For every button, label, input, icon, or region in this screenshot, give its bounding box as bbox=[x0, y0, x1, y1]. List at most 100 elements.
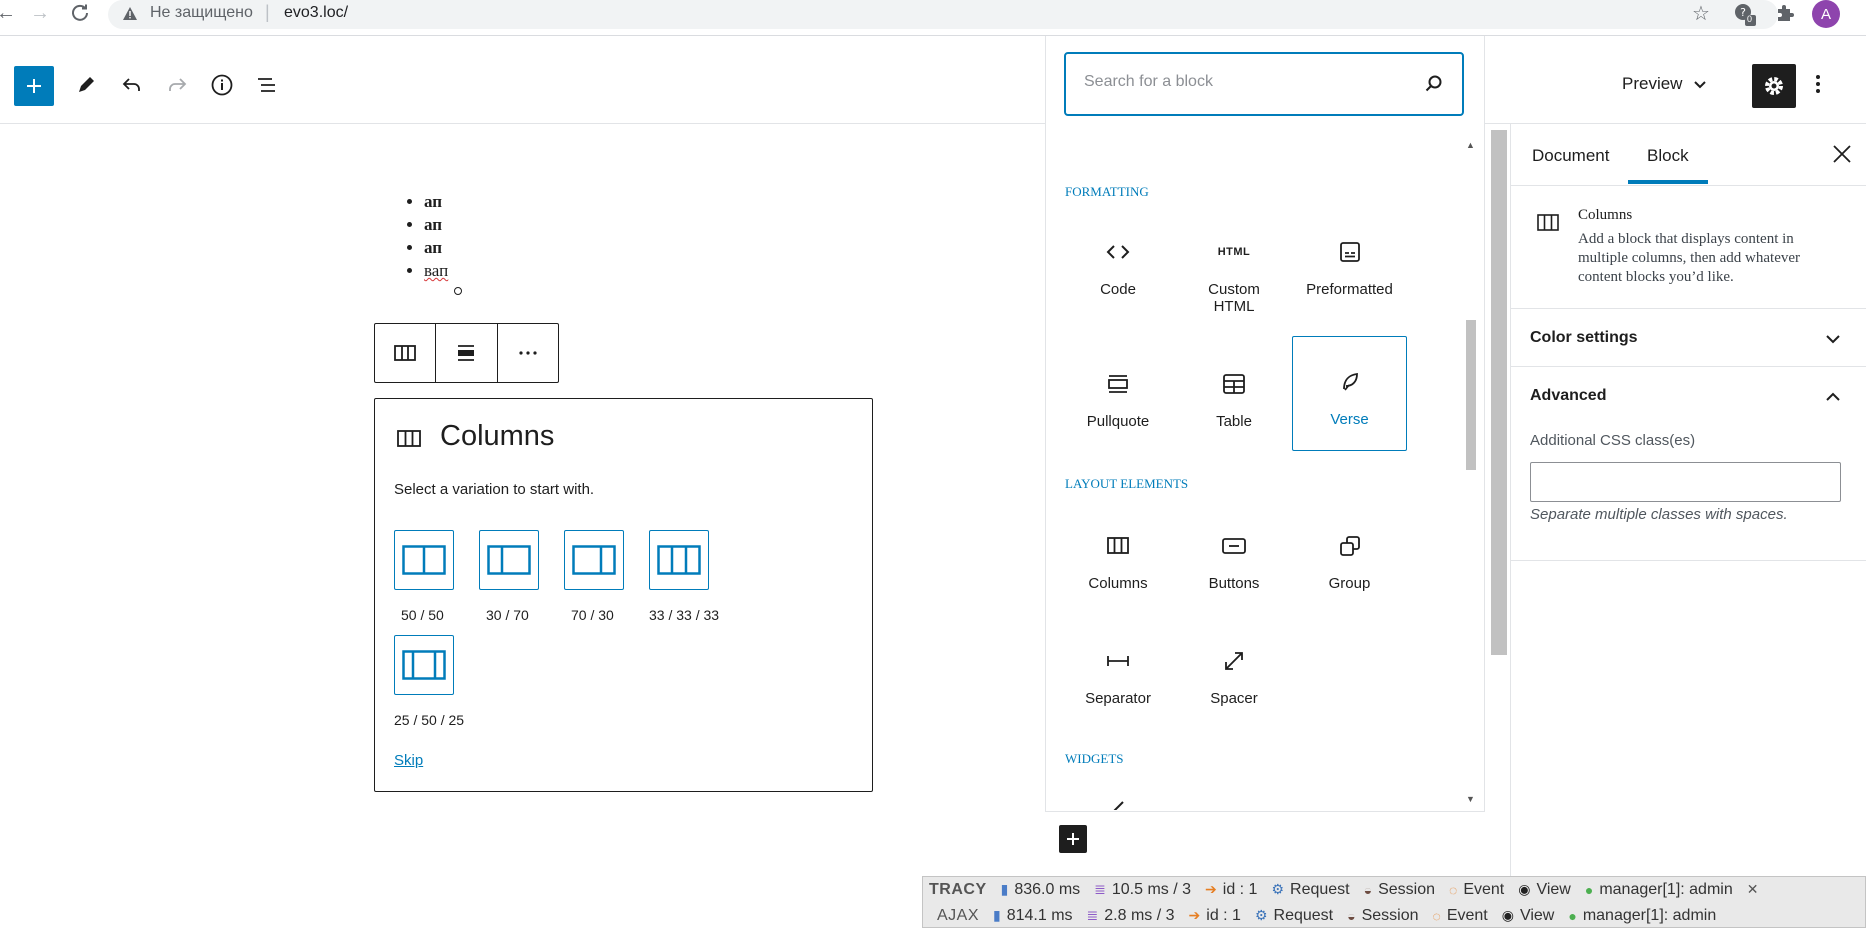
block-toolbar bbox=[374, 323, 559, 383]
table-icon bbox=[1222, 369, 1246, 399]
tracy-event[interactable]: Event bbox=[1447, 907, 1488, 925]
panel-advanced[interactable]: Advanced bbox=[1510, 366, 1866, 425]
variation-33-33-33-button[interactable] bbox=[649, 530, 709, 590]
address-bar[interactable]: Не защищено | evo3.loc/ ☆ bbox=[108, 0, 1778, 29]
block-item-label: Group bbox=[1328, 575, 1371, 592]
list-item[interactable]: ап bbox=[424, 190, 448, 213]
pullquote-icon bbox=[1106, 369, 1130, 399]
scroll-down-arrow-icon[interactable]: ▼ bbox=[1466, 794, 1475, 804]
preview-button[interactable]: Preview bbox=[1622, 64, 1708, 104]
block-item-label: Spacer bbox=[1210, 690, 1258, 707]
outline-button[interactable] bbox=[249, 67, 285, 103]
align-button[interactable] bbox=[436, 324, 498, 382]
block-item-columns[interactable]: Columns bbox=[1061, 516, 1175, 630]
block-search-box[interactable] bbox=[1064, 52, 1464, 116]
tracy-request[interactable]: Request bbox=[1274, 907, 1334, 925]
route-arrow-icon: ➔ bbox=[1188, 907, 1201, 923]
block-item-preformatted[interactable]: Preformatted bbox=[1292, 222, 1407, 336]
reload-icon[interactable] bbox=[70, 3, 90, 23]
tracy-session[interactable]: Session bbox=[1378, 881, 1435, 899]
placeholder-title: Columns bbox=[440, 420, 555, 452]
settings-button[interactable] bbox=[1752, 64, 1796, 108]
category-layout-elements: LAYOUT ELEMENTS bbox=[1065, 476, 1189, 491]
panel-color-settings[interactable]: Color settings bbox=[1510, 308, 1866, 367]
info-button[interactable] bbox=[204, 67, 240, 103]
more-options-button[interactable] bbox=[1808, 72, 1828, 96]
block-item-label: Preformatted bbox=[1306, 281, 1393, 298]
puzzle-icon[interactable] bbox=[1774, 2, 1796, 24]
inserter-scroll-thumb[interactable] bbox=[1466, 320, 1476, 470]
block-item-code[interactable]: Code bbox=[1061, 222, 1175, 336]
page-scroll-thumb[interactable] bbox=[1491, 130, 1507, 655]
css-class-input[interactable] bbox=[1530, 462, 1841, 502]
tracy-event[interactable]: Event bbox=[1463, 881, 1504, 899]
tracy-user[interactable]: manager[1]: admin bbox=[1583, 907, 1716, 925]
category-formatting: FORMATTING bbox=[1065, 184, 1149, 199]
block-item-custom-html[interactable]: HTML Custom HTML bbox=[1177, 222, 1291, 336]
block-item-label: Code bbox=[1100, 281, 1136, 298]
block-item-separator[interactable]: Separator bbox=[1061, 631, 1175, 745]
add-block-inline-button[interactable] bbox=[1059, 825, 1087, 853]
block-item-group[interactable]: Group bbox=[1292, 516, 1407, 630]
tracy-db[interactable]: 2.8 ms / 3 bbox=[1104, 907, 1174, 925]
variation-50-50-button[interactable] bbox=[394, 530, 454, 590]
tracy-session[interactable]: Session bbox=[1362, 907, 1419, 925]
tracy-user[interactable]: manager[1]: admin bbox=[1599, 881, 1732, 899]
back-icon[interactable]: ← bbox=[0, 2, 16, 25]
extension-badge: 0 bbox=[1747, 14, 1753, 24]
security-label: Не защищено bbox=[150, 4, 253, 21]
block-item-table[interactable]: Table bbox=[1177, 354, 1291, 468]
block-item-pullquote[interactable]: Pullquote bbox=[1061, 354, 1175, 468]
variation-70-30-button[interactable] bbox=[564, 530, 624, 590]
tracy-time[interactable]: 814.1 ms bbox=[1007, 907, 1073, 925]
columns-icon bbox=[1106, 531, 1130, 561]
block-item-buttons[interactable]: Buttons bbox=[1177, 516, 1291, 630]
tracy-time[interactable]: 836.0 ms bbox=[1014, 881, 1080, 899]
skip-link[interactable]: Skip bbox=[394, 752, 423, 769]
variation-30-70-button[interactable] bbox=[479, 530, 539, 590]
tab-document[interactable]: Document bbox=[1532, 146, 1609, 166]
list-item[interactable]: ап bbox=[424, 236, 448, 259]
category-widgets: WIDGETS bbox=[1065, 751, 1124, 766]
url-text: evo3.loc/ bbox=[284, 4, 349, 21]
tracy-id[interactable]: id : 1 bbox=[1223, 881, 1258, 899]
forward-icon[interactable]: → bbox=[30, 2, 50, 25]
more-vertical-icon bbox=[1816, 75, 1820, 93]
close-icon bbox=[1833, 145, 1851, 163]
close-sidebar-button[interactable] bbox=[1831, 143, 1853, 165]
columns-50-50-icon bbox=[402, 545, 446, 575]
undo-button[interactable] bbox=[114, 67, 150, 103]
add-block-button[interactable] bbox=[14, 66, 54, 106]
profile-avatar[interactable]: A bbox=[1812, 0, 1840, 28]
tracy-view[interactable]: View bbox=[1536, 881, 1570, 899]
edit-mode-button[interactable] bbox=[68, 67, 104, 103]
tracy-label[interactable]: TRACY bbox=[929, 881, 987, 899]
panel-title: Advanced bbox=[1530, 387, 1607, 404]
redo-button[interactable] bbox=[159, 67, 195, 103]
tracy-request[interactable]: Request bbox=[1290, 881, 1350, 899]
plus-icon bbox=[27, 79, 41, 93]
more-block-options-button[interactable] bbox=[498, 324, 558, 382]
variation-25-50-25-button[interactable] bbox=[394, 635, 454, 695]
tracy-view[interactable]: View bbox=[1520, 907, 1554, 925]
block-item-verse[interactable]: Verse bbox=[1292, 336, 1407, 451]
list-item[interactable]: ап bbox=[424, 213, 448, 236]
extension-icon[interactable]: ? 0 bbox=[1733, 2, 1757, 26]
scroll-up-arrow-icon[interactable]: ▲ bbox=[1466, 140, 1475, 150]
block-type-button[interactable] bbox=[375, 324, 437, 382]
bullet-list[interactable]: ап ап ап вап bbox=[404, 190, 448, 282]
tracy-label[interactable]: AJAX bbox=[937, 907, 979, 925]
code-icon bbox=[1105, 237, 1131, 267]
redo-icon bbox=[169, 78, 187, 91]
event-icon: ◌ bbox=[1449, 881, 1458, 898]
bookmark-star-icon[interactable]: ☆ bbox=[1692, 1, 1710, 26]
tracy-db[interactable]: 10.5 ms / 3 bbox=[1112, 881, 1191, 899]
list-item[interactable]: вап bbox=[424, 259, 448, 282]
block-item-spacer[interactable]: Spacer bbox=[1177, 631, 1291, 745]
tracy-id[interactable]: id : 1 bbox=[1206, 907, 1241, 925]
inserter-scrollbar[interactable] bbox=[1464, 135, 1480, 805]
close-icon[interactable]: ✕ bbox=[1747, 881, 1759, 898]
tab-block[interactable]: Block bbox=[1647, 146, 1689, 166]
active-tab-indicator bbox=[1628, 180, 1708, 184]
block-search-input[interactable] bbox=[1084, 73, 1404, 91]
